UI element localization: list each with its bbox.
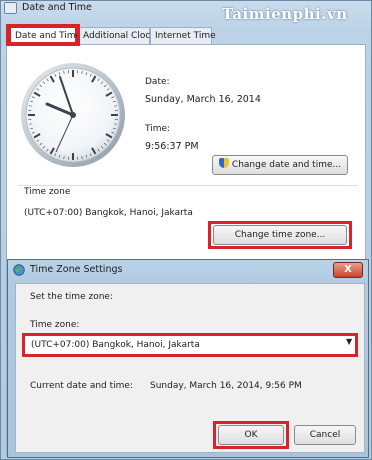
time-label: Time: <box>145 124 171 134</box>
window-title: Date and Time <box>22 2 92 13</box>
tab-internet-time[interactable]: Internet Time <box>150 27 216 44</box>
divider <box>18 185 358 186</box>
globe-icon <box>13 264 25 276</box>
time-value: 9:56:37 PM <box>145 141 199 152</box>
time-zone-heading: Time zone <box>24 187 71 197</box>
shield-icon <box>218 158 229 168</box>
set-time-zone-instruction: Set the time zone: <box>30 292 113 302</box>
watermark-logo: Taimienphi.vn <box>222 5 348 23</box>
change-date-time-button[interactable]: Change date and time... <box>212 155 348 175</box>
close-icon[interactable]: X <box>333 262 363 278</box>
change-date-time-label: Change date and time... <box>231 160 342 170</box>
current-date-time-value: Sunday, March 16, 2014, 9:56 PM <box>150 381 302 391</box>
ok-button[interactable]: OK <box>218 425 284 445</box>
calendar-clock-icon <box>4 2 17 14</box>
time-zone-value: (UTC+07:00) Bangkok, Hanoi, Jakarta <box>24 208 193 218</box>
cancel-button[interactable]: Cancel <box>294 425 356 445</box>
date-label: Date: <box>145 77 170 87</box>
time-zone-field-label: Time zone: <box>30 320 80 330</box>
date-value: Sunday, March 16, 2014 <box>145 94 261 105</box>
analog-clock <box>21 63 125 167</box>
dialog-title: Time Zone Settings <box>30 264 123 275</box>
active-tab-highlight <box>6 24 80 46</box>
current-date-time-label: Current date and time: <box>30 381 133 391</box>
tab-additional-clocks[interactable]: Additional Clocks <box>78 27 160 44</box>
chevron-down-icon[interactable]: ▼ <box>346 337 352 346</box>
time-zone-select[interactable]: (UTC+07:00) Bangkok, Hanoi, Jakarta <box>22 333 358 357</box>
change-time-zone-button[interactable]: Change time zone... <box>213 225 347 245</box>
